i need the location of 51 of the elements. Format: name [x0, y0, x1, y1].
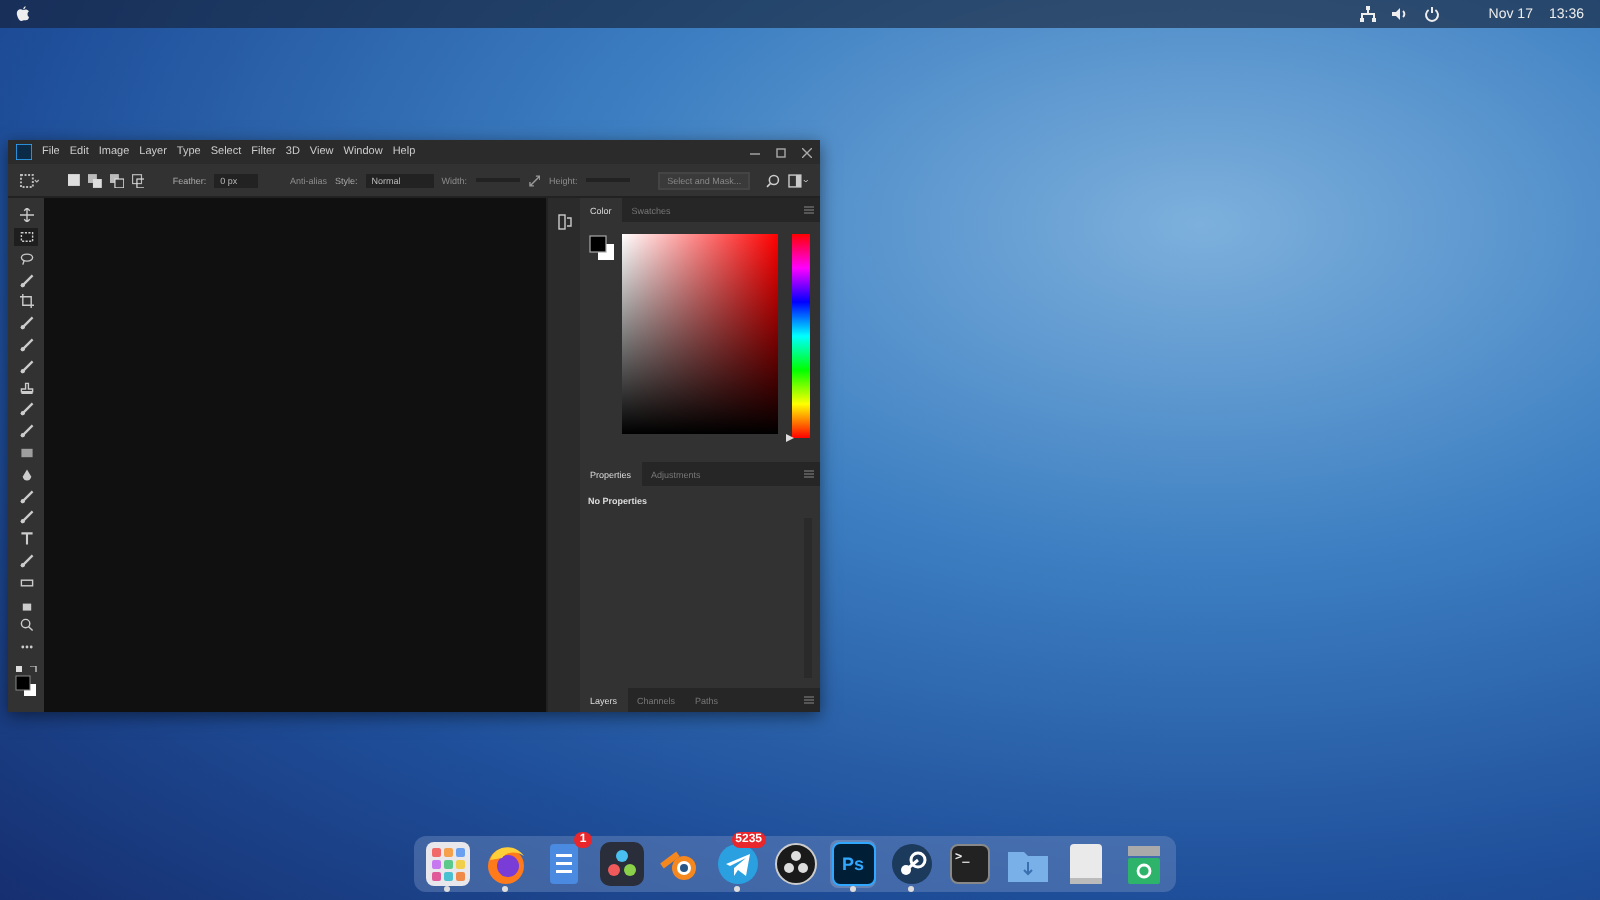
gradient-icon: [19, 446, 33, 461]
brush-icon: [19, 424, 33, 439]
three-drops-circle-icon[interactable]: [773, 842, 817, 886]
stamp-icon: [19, 381, 33, 396]
crop-icon: [19, 294, 33, 309]
app-grid-icon[interactable]: [425, 842, 469, 886]
intersect-selection-icon[interactable]: [131, 173, 145, 187]
minimize-icon[interactable]: [750, 147, 760, 157]
subtract-selection-icon[interactable]: [109, 173, 124, 187]
brush-icon: [19, 316, 33, 331]
brush-icon: [19, 489, 33, 504]
hue-slider[interactable]: [792, 234, 810, 438]
lasso-icon: [19, 251, 33, 266]
brush-icon: [19, 554, 33, 568]
brush-icon: [19, 510, 33, 525]
marquee-icon[interactable]: [20, 173, 40, 187]
move-arrows-icon: [19, 208, 33, 223]
search-icon[interactable]: [766, 173, 781, 187]
speaker-icon[interactable]: [1392, 6, 1409, 22]
brush-icon: [19, 338, 33, 353]
app-logo-icon[interactable]: [16, 144, 32, 160]
paper-plane-icon[interactable]: [715, 842, 759, 886]
power-icon[interactable]: [1424, 6, 1441, 22]
swap-arrows-icon[interactable]: [527, 173, 541, 187]
zoom-icon: [19, 618, 33, 633]
history-icon[interactable]: [557, 214, 571, 230]
app-icon[interactable]: Ps: [831, 842, 875, 886]
rectangle-icon: [19, 575, 33, 590]
color-swatches-icon[interactable]: [588, 234, 616, 262]
brush-icon: [19, 273, 33, 288]
color-swatches-icon[interactable]: [14, 665, 38, 698]
tool-button[interactable]: [14, 206, 38, 225]
text-tool-icon: [19, 532, 33, 547]
maximize-icon[interactable]: [776, 147, 786, 157]
fox-globe-icon[interactable]: [483, 842, 527, 886]
tool-button[interactable]: [14, 227, 38, 247]
gear-circle-icon[interactable]: [889, 842, 933, 886]
add-selection-icon[interactable]: [87, 173, 102, 187]
slider-thumb[interactable]: [786, 434, 794, 442]
workspace-icon[interactable]: [788, 173, 808, 187]
close-icon[interactable]: [802, 147, 812, 157]
marquee-icon: [19, 230, 33, 245]
three-petal-icon[interactable]: [599, 842, 643, 886]
brush-icon: [19, 359, 33, 374]
new-selection-icon[interactable]: [67, 174, 80, 186]
tool-button[interactable]: [14, 292, 38, 312]
apple-logo-icon[interactable]: [16, 6, 30, 22]
color-picker-field[interactable]: [622, 234, 778, 434]
brush-icon: [19, 402, 33, 417]
network-icon[interactable]: [1360, 6, 1377, 22]
drop-icon: [19, 467, 33, 482]
